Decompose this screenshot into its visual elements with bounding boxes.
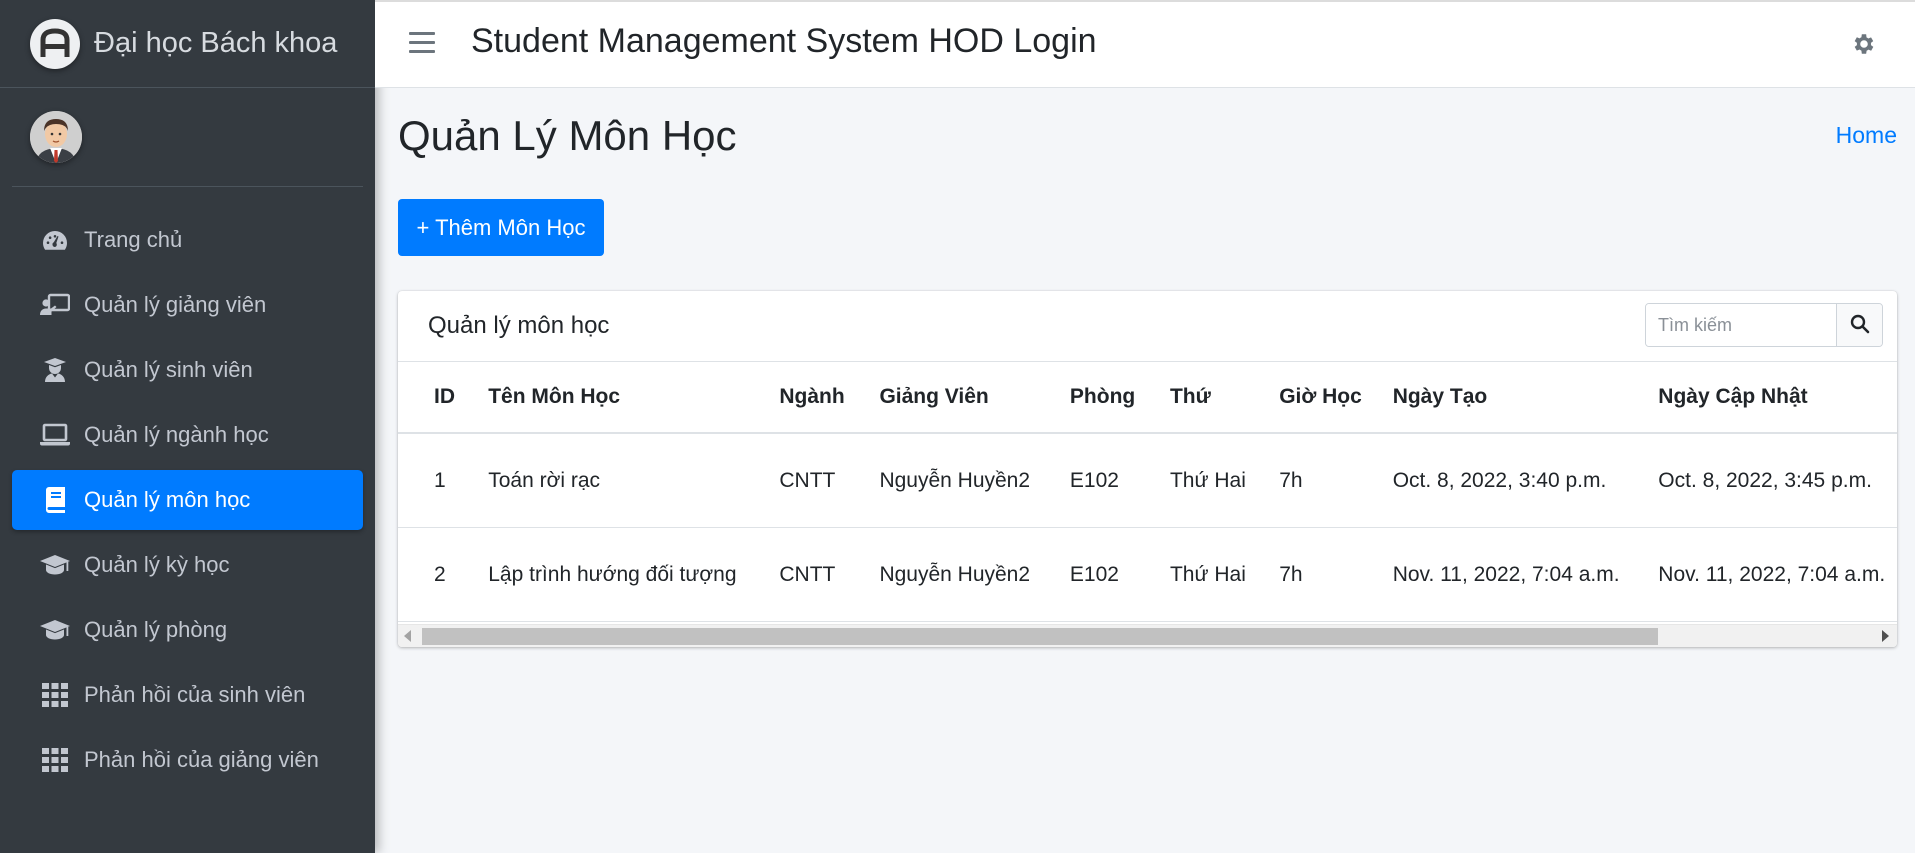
book-icon — [40, 485, 70, 515]
sidebar-item-label: Trang chủ — [84, 227, 183, 252]
sidebar-nav: Trang chủ Quản lý giảng viên Quản lý sinh … — [0, 187, 375, 790]
sidebar-item-label: Quản lý sinh viên — [84, 357, 253, 382]
sidebar-item-label: Quản lý phòng — [84, 617, 228, 642]
cell-room: E102 — [1069, 527, 1170, 622]
cell-lecturer: Nguyễn Huyền2 — [879, 433, 1070, 528]
cell-updated: Oct. 8, 2022, 3:45 p.m. — [1658, 433, 1897, 528]
graduation-cap-icon — [40, 615, 70, 645]
cell-day: Thứ Hai — [1169, 527, 1280, 622]
cell-name: Toán rời rạc — [488, 433, 780, 528]
cell-major: CNTT — [779, 433, 880, 528]
sidebar-item-label: Phản hồi của giảng viên — [84, 747, 319, 772]
sidebar-item-1[interactable]: Trang chủ — [12, 210, 363, 270]
card-title: Quản lý môn học — [428, 312, 610, 339]
cell-created: Nov. 11, 2022, 7:04 a.m. — [1392, 527, 1659, 622]
column-header-lecturer[interactable]: Giảng Viên — [879, 362, 1070, 434]
add-subject-button[interactable]: + Thêm Môn Học — [398, 199, 604, 256]
breadcrumb-home-link[interactable]: Home — [1836, 122, 1897, 149]
top-navbar: Student Management System HOD Login — [375, 0, 1915, 88]
scroll-left-icon[interactable] — [404, 630, 411, 642]
sidebar-item-5[interactable]: Quản lý môn học — [12, 470, 363, 530]
subjects-table: ID Tên Môn Học Ngành Giảng Viên Phòng Th… — [398, 362, 1897, 622]
chalkboard-teacher-icon — [40, 290, 70, 320]
horizontal-scrollbar[interactable] — [398, 624, 1897, 647]
user-panel — [12, 88, 363, 187]
cell-room: E102 — [1069, 433, 1170, 528]
column-header-major[interactable]: Ngành — [779, 362, 880, 434]
cell-lecturer: Nguyễn Huyền2 — [879, 527, 1070, 622]
cell-name: Lập trình hướng đối tượng — [488, 527, 780, 622]
gear-icon[interactable] — [1851, 31, 1877, 57]
search-button[interactable] — [1836, 304, 1882, 346]
user-graduate-icon — [40, 355, 70, 385]
cell-updated: Nov. 11, 2022, 7:04 a.m. — [1658, 527, 1897, 622]
card-header: Quản lý môn học — [398, 291, 1897, 362]
sidebar-item-label: Phản hồi của sinh viên — [84, 682, 306, 707]
sidebar-item-6[interactable]: Quản lý kỳ học — [12, 535, 363, 595]
brand-name: Đại học Bách khoa — [94, 27, 338, 59]
column-header-time[interactable]: Giờ Học — [1279, 362, 1393, 434]
page-title: Quản Lý Môn Học — [398, 112, 737, 159]
search-icon — [1850, 314, 1870, 337]
subjects-card: Quản lý môn học ID Tên Môn Học Ngành Giả… — [398, 291, 1897, 647]
grid-icon — [40, 680, 70, 710]
table-row[interactable]: 2 Lập trình hướng đối tượng CNTT Nguyễn Huy… — [398, 527, 1897, 622]
sidebar-item-3[interactable]: Quản lý sinh viên — [12, 340, 363, 400]
sidebar-item-label: Quản lý giảng viên — [84, 292, 267, 317]
cell-time: 7h — [1279, 527, 1393, 622]
table-header-row: ID Tên Môn Học Ngành Giảng Viên Phòng Th… — [398, 362, 1897, 434]
sidebar: Đại học Bách khoa Trang chủ Quản lý giảng… — [0, 0, 375, 853]
scrollbar-thumb[interactable] — [422, 628, 1658, 645]
menu-toggle-icon[interactable] — [409, 32, 435, 54]
cell-id: 1 — [398, 433, 489, 528]
search-box — [1645, 303, 1883, 347]
cell-day: Thứ Hai — [1169, 433, 1280, 528]
column-header-created[interactable]: Ngày Tạo — [1392, 362, 1659, 434]
brand-link[interactable]: Đại học Bách khoa — [0, 0, 375, 88]
scroll-right-icon[interactable] — [1882, 630, 1889, 642]
cell-time: 7h — [1279, 433, 1393, 528]
cell-major: CNTT — [779, 527, 880, 622]
sidebar-item-label: Quản lý ngành học — [84, 422, 269, 447]
graduation-cap-icon — [40, 550, 70, 580]
sidebar-item-label: Quản lý kỳ học — [84, 552, 230, 577]
laptop-icon — [40, 420, 70, 450]
cell-created: Oct. 8, 2022, 3:40 p.m. — [1392, 433, 1659, 528]
grid-icon — [40, 745, 70, 775]
sidebar-item-9[interactable]: Phản hồi của giảng viên — [12, 730, 363, 790]
sidebar-item-4[interactable]: Quản lý ngành học — [12, 405, 363, 465]
column-header-id[interactable]: ID — [398, 362, 489, 434]
sidebar-item-8[interactable]: Phản hồi của sinh viên — [12, 665, 363, 725]
sidebar-item-7[interactable]: Quản lý phòng — [12, 600, 363, 660]
column-header-day[interactable]: Thứ — [1169, 362, 1280, 434]
column-header-name[interactable]: Tên Môn Học — [488, 362, 780, 434]
avatar[interactable] — [30, 111, 82, 163]
search-input[interactable] — [1646, 304, 1836, 346]
table-row[interactable]: 1 Toán rời rạc CNTT Nguyễn Huyền2 E102 Thứ Ha… — [398, 433, 1897, 528]
sidebar-item-label: Quản lý môn học — [84, 487, 251, 512]
tachometer-icon — [40, 225, 70, 255]
column-header-updated[interactable]: Ngày Cập Nhật — [1658, 362, 1897, 434]
app-title: Student Management System HOD Login — [471, 22, 1097, 60]
column-header-room[interactable]: Phòng — [1069, 362, 1170, 434]
cell-id: 2 — [398, 527, 489, 622]
brand-logo-icon — [30, 18, 80, 69]
sidebar-item-2[interactable]: Quản lý giảng viên — [12, 275, 363, 335]
